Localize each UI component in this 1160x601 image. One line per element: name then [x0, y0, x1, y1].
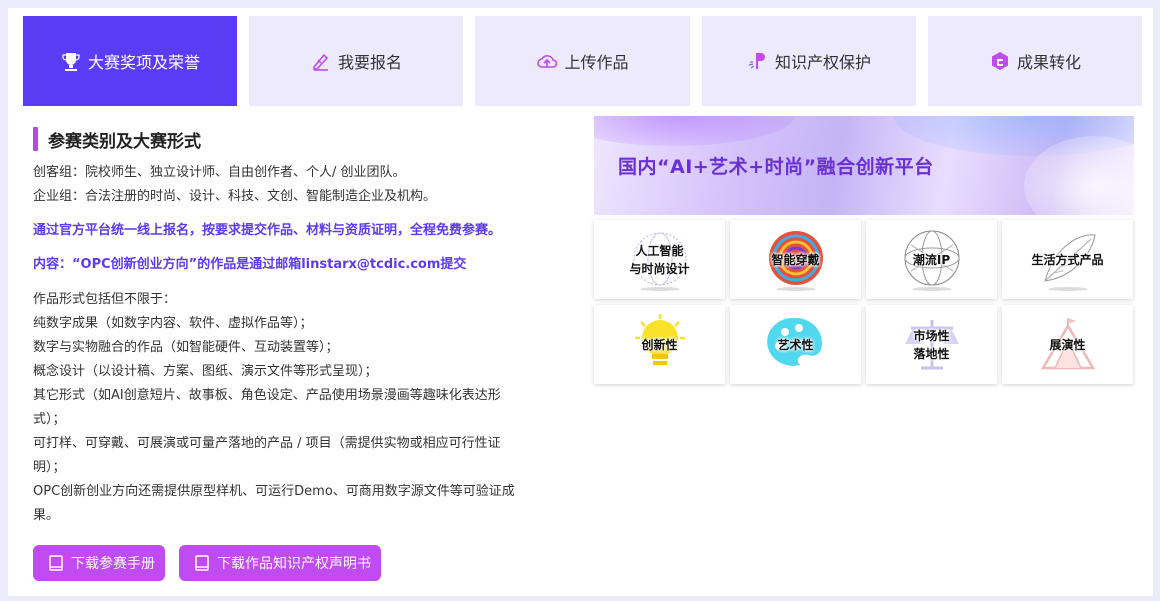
group-enterprise: 企业组：合法注册的时尚、设计、科技、文创、智能制造企业及机构。	[33, 189, 437, 204]
download-buttons: 下载参赛手册 下载作品知识产权声明书	[33, 545, 381, 581]
book-icon	[195, 555, 209, 571]
ip-protection-icon	[747, 50, 769, 72]
work-form-line: 作品形式包括但不限于：	[33, 292, 177, 307]
section-accent-bar	[33, 127, 38, 151]
tab-label: 上传作品	[564, 53, 629, 72]
category-label: 智能穿戴	[771, 252, 820, 267]
tab-register[interactable]: 我要报名	[249, 16, 463, 106]
category-card-trend-ip[interactable]: 潮流IP	[866, 220, 997, 299]
category-label: 市场性 落地性	[913, 328, 950, 361]
button-label: 下载参赛手册	[71, 556, 155, 572]
platform-banner: 国内“AI+艺术+时尚”融合创新平台	[594, 116, 1134, 215]
category-card-ai-fashion[interactable]: 人工智能 与时尚设计	[594, 220, 725, 299]
download-ip-statement-button[interactable]: 下载作品知识产权声明书	[179, 545, 381, 581]
work-form-line: 可打样、可穿戴、可展演或可量产落地的产品 / 项目（需提供实物或相应可行性证	[33, 436, 501, 451]
tab-ip-protection[interactable]: 知识产权保护	[702, 16, 916, 106]
button-label: 下载作品知识产权声明书	[217, 556, 371, 572]
opc-submission-note: 内容：“OPC创新创业方向”的作品是通过邮箱linstarx@tcdic.com…	[33, 257, 467, 272]
category-card-performance[interactable]: 展演性	[1002, 305, 1133, 384]
work-form-line: 明）；	[33, 460, 66, 475]
tab-label: 大赛奖项及荣誉	[87, 53, 200, 72]
work-form-line: 概念设计（以设计稿、方案、图纸、演示文件等形式呈现）；	[33, 364, 378, 379]
trophy-icon	[60, 50, 82, 72]
group-list: 创客组：院校师生、独立设计师、自由创作者、个人/ 创业团队。 企业组：合法注册的…	[33, 161, 573, 209]
tab-label: 知识产权保护	[774, 53, 871, 72]
showcase-column: 国内“AI+艺术+时尚”融合创新平台 人工智能 与时尚设计 智能穿戴 潮流IP …	[594, 116, 1134, 384]
tab-upload[interactable]: 上传作品	[475, 16, 690, 106]
category-label: 艺术性	[777, 337, 814, 352]
group-maker: 创客组：院校师生、独立设计师、自由创作者、个人/ 创业团队。	[33, 165, 406, 180]
tab-bar: 大赛奖项及荣誉 我要报名 上传作品 知识产权保护 成果转化	[23, 16, 1142, 106]
work-form-line: 果。	[33, 508, 60, 523]
section-title: 参赛类别及大赛形式	[48, 131, 201, 152]
download-handbook-button[interactable]: 下载参赛手册	[33, 545, 165, 581]
tab-label: 成果转化	[1016, 53, 1081, 72]
info-column: 参赛类别及大赛形式 创客组：院校师生、独立设计师、自由创作者、个人/ 创业团队。…	[33, 126, 573, 528]
category-card-innovation[interactable]: 创新性	[594, 305, 725, 384]
category-grid: 人工智能 与时尚设计 智能穿戴 潮流IP 生活方式产品 创新性 艺术性 市场性 …	[594, 220, 1134, 384]
work-form-line: OPC创新创业方向还需提供原型样机、可运行Demo、可商用数字源文件等可验证成	[33, 484, 515, 499]
category-label: 人工智能 与时尚设计	[629, 243, 690, 276]
work-forms-list: 作品形式包括但不限于： 纯数字成果（如数字内容、软件、虚拟作品等）； 数字与实物…	[33, 288, 573, 528]
tab-label: 我要报名	[337, 53, 402, 72]
section-header: 参赛类别及大赛形式	[33, 126, 573, 152]
work-form-line: 纯数字成果（如数字内容、软件、虚拟作品等）；	[33, 316, 313, 331]
pen-edit-icon	[310, 50, 332, 72]
category-label: 潮流IP	[912, 252, 951, 267]
banner-text: 国内“AI+艺术+时尚”融合创新平台	[618, 156, 934, 178]
category-label: 展演性	[1049, 337, 1086, 352]
work-form-line: 数字与实物融合的作品（如智能硬件、互动装置等）；	[33, 340, 339, 355]
work-form-line: 式）；	[33, 412, 66, 427]
category-card-smart-wearable[interactable]: 智能穿戴	[730, 220, 861, 299]
cube-transform-icon	[989, 50, 1011, 72]
category-card-artistry[interactable]: 艺术性	[730, 305, 861, 384]
work-form-line: 其它形式（如AI创意短片、故事板、角色设定、产品使用场景漫画等趣味化表达形	[33, 388, 501, 403]
main-panel: 大赛奖项及荣誉 我要报名 上传作品 知识产权保护 成果转化 参赛类别及大赛形式 …	[8, 8, 1153, 596]
category-card-market[interactable]: 市场性 落地性	[866, 305, 997, 384]
category-card-lifestyle[interactable]: 生活方式产品	[1002, 220, 1133, 299]
cloud-upload-icon	[536, 50, 558, 72]
tab-awards[interactable]: 大赛奖项及荣誉	[23, 16, 237, 106]
registration-note: 通过官方平台统一线上报名，按要求提交作品、材料与资质证明，全程免费参赛。	[33, 223, 502, 238]
tab-transformation[interactable]: 成果转化	[928, 16, 1142, 106]
category-label: 创新性	[641, 337, 678, 352]
category-label: 生活方式产品	[1031, 252, 1104, 267]
book-icon	[49, 555, 63, 571]
